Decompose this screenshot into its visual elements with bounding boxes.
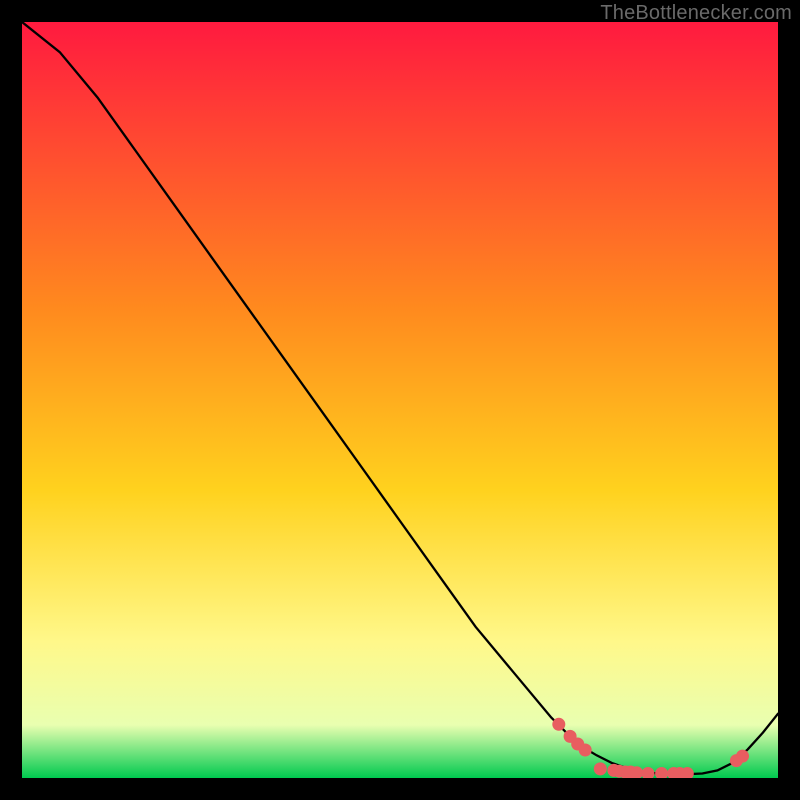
data-point xyxy=(579,744,592,757)
data-point xyxy=(552,718,565,731)
chart-frame: TheBottlenecker.com xyxy=(0,0,800,800)
data-point xyxy=(736,750,749,763)
watermark-text: TheBottlenecker.com xyxy=(600,2,792,25)
chart-background xyxy=(22,22,778,778)
data-point xyxy=(594,762,607,775)
bottleneck-chart xyxy=(22,22,778,778)
